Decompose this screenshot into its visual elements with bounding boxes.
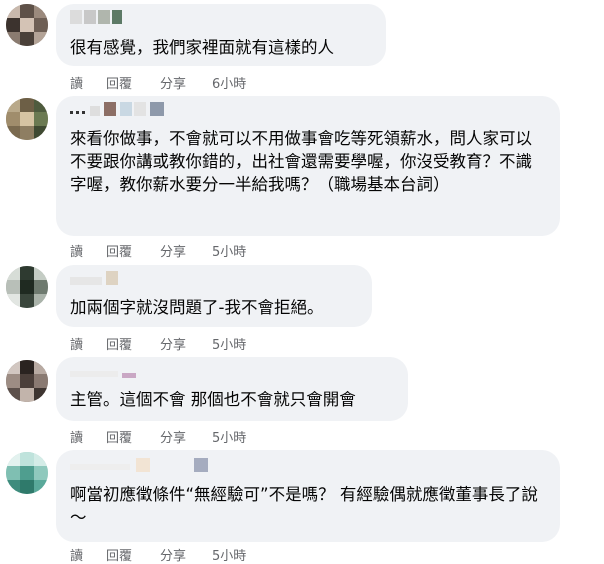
comment-text: 很有感覺，我們家裡面就有這樣的人: [70, 38, 334, 57]
avatar[interactable]: [6, 452, 48, 494]
reply-button[interactable]: 回覆: [106, 427, 160, 446]
share-button[interactable]: 分享: [160, 427, 212, 446]
reply-button[interactable]: 回覆: [106, 334, 160, 353]
share-button[interactable]: 分享: [160, 73, 212, 92]
comment-actions: 讀 回覆 分享 5小時: [70, 241, 272, 260]
comment-bubble: 很有感覺，我們家裡面就有這樣的人: [56, 4, 386, 66]
comment-text: 主管。這個不會 那個也不會就只會開會: [70, 390, 356, 409]
read-button[interactable]: 讀: [70, 334, 106, 353]
avatar[interactable]: [6, 98, 48, 140]
comment-bubble: 主管。這個不會 那個也不會就只會開會: [56, 357, 408, 421]
timestamp[interactable]: 6小時: [212, 73, 272, 92]
comment-bubble: 來看你做事，不會就可以不用做事會吃等死領薪水，問人家可以不要跟你講或教你錯的，出…: [56, 96, 560, 236]
reply-button[interactable]: 回覆: [106, 545, 160, 564]
share-button[interactable]: 分享: [160, 241, 212, 260]
share-button[interactable]: 分享: [160, 545, 212, 564]
avatar[interactable]: [6, 4, 48, 46]
comment-actions: 讀 回覆 分享 6小時: [70, 73, 272, 92]
reply-button[interactable]: 回覆: [106, 73, 160, 92]
comment-text: 加兩個字就沒問題了-我不會拒絕。: [70, 298, 324, 317]
read-button[interactable]: 讀: [70, 241, 106, 260]
timestamp[interactable]: 5小時: [212, 427, 272, 446]
share-button[interactable]: 分享: [160, 334, 212, 353]
read-button[interactable]: 讀: [70, 545, 106, 564]
timestamp[interactable]: 5小時: [212, 334, 272, 353]
comment-bubble: 加兩個字就沒問題了-我不會拒絕。: [56, 265, 372, 327]
reply-button[interactable]: 回覆: [106, 241, 160, 260]
comment-text: 啊當初應徵條件“無經驗可”不是嗎？ 有經驗偶就應徵董事長了說～: [70, 485, 538, 527]
avatar[interactable]: [6, 360, 48, 402]
comment-bubble: 啊當初應徵條件“無經驗可”不是嗎？ 有經驗偶就應徵董事長了說～: [56, 450, 560, 542]
comment-actions: 讀 回覆 分享 5小時: [70, 427, 272, 446]
avatar[interactable]: [6, 266, 48, 308]
comment-actions: 讀 回覆 分享 5小時: [70, 334, 272, 353]
timestamp[interactable]: 5小時: [212, 241, 272, 260]
timestamp[interactable]: 5小時: [212, 545, 272, 564]
read-button[interactable]: 讀: [70, 427, 106, 446]
comment-actions: 讀 回覆 分享 5小時: [70, 545, 272, 564]
read-button[interactable]: 讀: [70, 73, 106, 92]
comment-text: 來看你做事，不會就可以不用做事會吃等死領薪水，問人家可以不要跟你講或教你錯的，出…: [70, 129, 532, 194]
